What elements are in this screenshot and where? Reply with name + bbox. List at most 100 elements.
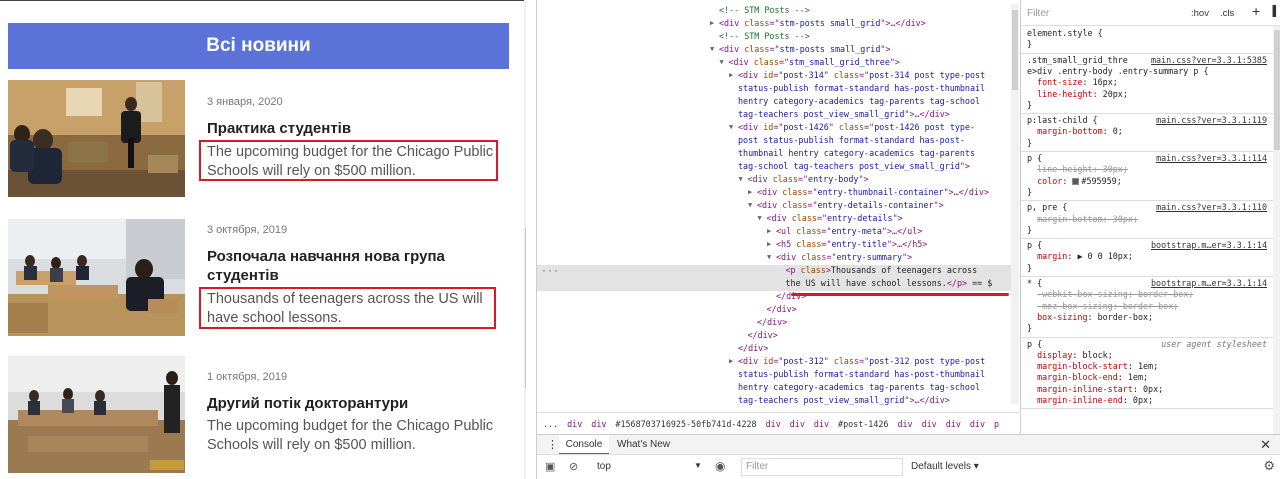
console-settings-gear-icon[interactable]: ⚙ [1263,458,1275,474]
post-thumbnail[interactable] [8,356,185,473]
dom-node-line[interactable]: post status-publish format-standard has-… [537,134,1019,147]
dom-node-line[interactable]: ▼ <div class="stm_small_grid_three"> [537,56,1019,69]
dom-node-line[interactable]: ▶ <ul class="entry-meta">…</ul> [537,225,1019,238]
css-source-link[interactable]: bootstrap.m…er=3.3.1:14 [1151,278,1267,289]
css-declaration[interactable]: color: #595959; [1027,176,1277,187]
dom-node-line[interactable]: ▶ <h5 class="entry-title">…</h5> [537,238,1019,251]
breadcrumb-item[interactable]: div [790,419,805,429]
dom-node-line[interactable]: ▼ <div class="entry-details"> [537,212,1019,225]
breadcrumb-item[interactable]: div [897,419,912,429]
dom-node-line[interactable]: </div> [537,290,1019,303]
post-card[interactable]: 1 октября, 2019 Другий потік докторантур… [8,356,518,474]
css-declaration[interactable]: margin: ▶ 0 0 10px; [1027,251,1277,262]
expand-triangle-icon[interactable]: ▶ [767,238,771,251]
css-declaration[interactable]: margin-block-start: 1em; [1027,361,1277,372]
post-title[interactable]: Практика студентів [207,119,512,138]
css-declaration[interactable]: } [1027,39,1277,50]
dom-node-line[interactable]: </div> [537,303,1019,316]
breadcrumb-item[interactable]: div [946,419,961,429]
tab-whats-new[interactable]: What's New [617,435,670,455]
post-title[interactable]: Другий потік докторантури [207,394,512,413]
console-filter-input[interactable]: Filter [741,458,903,476]
dom-breadcrumb[interactable]: ... div div #1568703716925-50fb741d-4228 div… [537,412,1019,434]
styles-menu-icon[interactable]: ▐ [1269,6,1276,17]
expand-triangle-icon[interactable]: ▶ [729,355,733,368]
expand-triangle-icon[interactable]: ▶ [710,17,714,30]
dom-node-line[interactable]: ▼ <div class="entry-details-container"> [537,199,1019,212]
context-selector[interactable]: top [597,461,611,472]
dom-node-line[interactable]: <!-- STM Posts --> [537,30,1019,43]
dom-node-line[interactable]: ▶ <div id="post-312" class="post-312 post… [537,355,1019,368]
drawer-menu-icon[interactable]: ⋮ [547,438,558,451]
expand-triangle-icon[interactable]: ▶ [748,186,752,199]
dom-node-line[interactable]: tag-school tag-teachers post_view_small_… [537,160,1019,173]
breadcrumb-item[interactable]: ... [543,419,558,429]
collapse-triangle-icon[interactable]: ▼ [748,199,752,212]
dom-node-line[interactable]: ▼ <div class="stm-posts small_grid"> [537,43,1019,56]
expand-triangle-icon[interactable]: ▶ [767,225,771,238]
css-source-link[interactable]: main.css?ver=3.3.1:110 [1156,202,1267,213]
dom-node-line[interactable]: </div> [537,342,1019,355]
dom-node-line[interactable]: status-publish format-standard has-post-… [537,368,1019,381]
class-toggle[interactable]: .cls [1220,8,1234,19]
drawer-close-icon[interactable]: ✕ [1260,437,1271,453]
dom-node-line[interactable]: ▼ <div class="entry-summary"> [537,251,1019,264]
page-scrollbar-thumb[interactable] [525,228,526,388]
css-declaration[interactable]: -webkit-box-sizing: border-box; [1027,289,1277,300]
collapse-triangle-icon[interactable]: ▼ [758,212,762,225]
css-declaration[interactable]: } [1027,138,1277,149]
css-source-link[interactable]: main.css?ver=3.3.1:114 [1156,153,1267,164]
breadcrumb-item[interactable]: div [766,419,781,429]
breadcrumb-item[interactable]: div [922,419,937,429]
dom-node-line[interactable]: ▶ <div id="post-314" class="post-314 post… [537,69,1019,82]
collapse-triangle-icon[interactable]: ▼ [767,251,771,264]
css-declaration[interactable]: font-size: 16px; [1027,77,1277,88]
sidebar-toggle-icon[interactable]: ▣ [545,460,555,473]
css-declaration[interactable]: } [1027,263,1277,274]
dom-node-line[interactable]: <!-- STM Posts --> [537,4,1019,17]
dom-node-line[interactable]: ▼ <div class="entry-body"> [537,173,1019,186]
dom-node-line[interactable]: hentry category-academics tag-parents ta… [537,381,1019,394]
collapse-triangle-icon[interactable]: ▼ [729,121,733,134]
css-declaration[interactable]: display: block; [1027,350,1277,361]
styles-scrollbar-thumb[interactable] [1274,30,1280,150]
dom-node-line[interactable]: thumbnail hentry category-academics tag-… [537,147,1019,160]
elements-scrollbar-thumb[interactable] [1012,10,1018,90]
dom-node-line[interactable]: tag-teachers post_view_small_grid">…</di… [537,108,1019,121]
post-title[interactable]: Розпочала навчання нова група студентів [207,247,512,285]
log-levels-dropdown[interactable]: Default levels ▾ [911,461,979,472]
dom-node-line[interactable]: </div> [537,316,1019,329]
dom-node-line[interactable]: the US will have school lessons.</p> == … [537,277,1019,290]
css-declaration[interactable]: margin-inline-end: 0px; [1027,395,1277,406]
css-declaration[interactable]: margin-bottom: 0; [1027,126,1277,137]
collapse-triangle-icon[interactable]: ▼ [739,173,743,186]
dom-node-line[interactable]: status-publish format-standard has-post-… [537,82,1019,95]
css-declaration[interactable]: margin-inline-start: 0px; [1027,384,1277,395]
dom-node-line[interactable]: <p class>Thousands of teenagers across [537,264,1019,277]
css-source-link[interactable]: main.css?ver=3.3.1:5385 [1151,55,1267,66]
css-declaration[interactable]: } [1027,100,1277,111]
css-declaration[interactable]: } [1027,187,1277,198]
breadcrumb-item[interactable]: #1568703716925-50fb741d-4228 [615,419,756,429]
elements-tree[interactable]: ··· <!-- STM Posts --> ▶ <div class="stm-p… [537,0,1019,412]
css-declaration[interactable]: -moz-box-sizing: border-box; [1027,301,1277,312]
dom-node-line[interactable]: hentry category-academics tag-parents ta… [537,95,1019,108]
dom-node-line[interactable]: ▶ <div class="stm-posts small_grid">…</di… [537,17,1019,30]
dom-node-line[interactable]: ▼ <div id="post-1426" class="post-1426 po… [537,121,1019,134]
css-declaration[interactable]: line-height: 30px; [1027,164,1277,175]
css-declaration[interactable]: } [1027,323,1277,334]
clear-console-icon[interactable]: ⊘ [569,460,578,473]
styles-filter-input[interactable]: Filter [1027,8,1049,19]
hover-state-toggle[interactable]: :hov [1191,8,1209,19]
css-declaration[interactable]: } [1027,225,1277,236]
new-rule-button[interactable]: + [1252,3,1260,19]
collapse-triangle-icon[interactable]: ▼ [710,43,714,56]
breadcrumb-item[interactable]: div [567,419,582,429]
css-declaration[interactable]: box-sizing: border-box; [1027,312,1277,323]
css-source-link[interactable]: main.css?ver=3.3.1:119 [1156,115,1267,126]
css-declaration[interactable]: e>div .entry-body .entry-summary p { [1027,66,1277,77]
dom-node-line[interactable]: tag-teachers post_view_small_grid">…</di… [537,394,1019,407]
post-thumbnail[interactable] [8,80,185,197]
breadcrumb-item[interactable]: div [814,419,829,429]
post-thumbnail[interactable] [8,219,185,336]
